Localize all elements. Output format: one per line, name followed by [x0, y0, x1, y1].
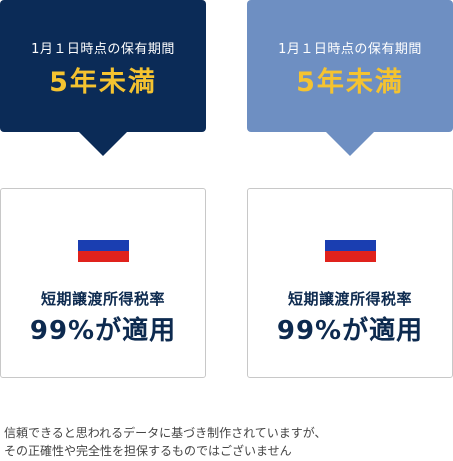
flag-stripe-blue: [325, 240, 376, 251]
tax-rate-label: 短期譲渡所得税率: [287, 290, 412, 308]
flag-stripe-blue: [78, 240, 129, 251]
russia-flag-icon: [325, 229, 376, 262]
tax-rate-label: 短期譲渡所得税率: [40, 290, 165, 308]
holding-period-bubble: 1月１日時点の保有期間 5年未満: [0, 0, 206, 132]
holding-period-value: 5年未満: [49, 67, 157, 98]
flag-stripe-red: [78, 251, 129, 262]
flag-stripe-white: [325, 229, 376, 240]
holding-period-label: 1月１日時点の保有期間: [278, 42, 422, 57]
holding-period-bubble: 1月１日時点の保有期間 5年未満: [247, 0, 453, 132]
disclaimer-line: その正確性や完全性を担保するものではございません: [4, 444, 292, 458]
holding-period-label: 1月１日時点の保有期間: [31, 42, 175, 57]
tax-rate-value: 99%が適用: [276, 316, 424, 346]
tax-rate-value: 99%が適用: [29, 316, 177, 346]
holding-period-value: 5年未満: [296, 67, 404, 98]
disclaimer-text: 信頼できると思われるデータに基づき制作されていますが、 その正確性や完全性を担保…: [4, 424, 449, 460]
russia-flag-icon: [78, 229, 129, 262]
column-right: 1月１日時点の保有期間 5年未満 短期譲渡所得税率 99%が適用: [247, 0, 453, 378]
disclaimer-line: 信頼できると思われるデータに基づき制作されていますが、: [4, 426, 327, 440]
tax-rate-card: 短期譲渡所得税率 99%が適用: [247, 188, 453, 378]
flag-stripe-white: [78, 229, 129, 240]
column-left: 1月１日時点の保有期間 5年未満 短期譲渡所得税率 99%が適用: [0, 0, 206, 378]
flag-stripe-red: [325, 251, 376, 262]
tax-rate-card: 短期譲渡所得税率 99%が適用: [0, 188, 206, 378]
